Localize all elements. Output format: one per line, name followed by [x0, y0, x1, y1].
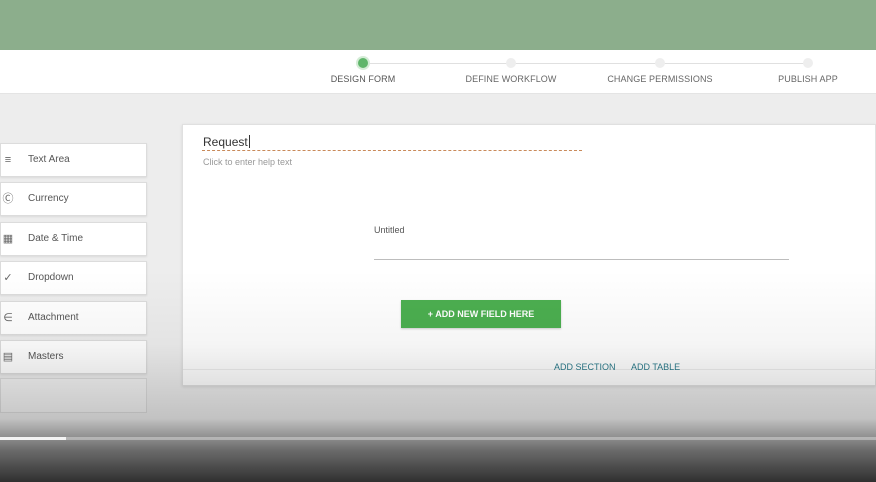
field-input-underline[interactable]	[374, 259, 789, 260]
form-canvas: Request Click to enter help text Untitle…	[182, 124, 876, 386]
database-icon: ▤	[2, 351, 14, 363]
help-text-input[interactable]: Click to enter help text	[203, 157, 292, 167]
palette-item-dropdown[interactable]: ✓ Dropdown	[0, 261, 147, 295]
add-section-link[interactable]: ADD SECTION	[554, 362, 616, 372]
step-label: PUBLISH APP	[778, 74, 838, 84]
paperclip-icon: ∈	[3, 312, 13, 324]
palette-item-text-area[interactable]: ≡ Text Area	[0, 143, 147, 177]
step-design-form[interactable]: DESIGN FORM	[293, 50, 433, 94]
step-define-workflow[interactable]: DEFINE WORKFLOW	[441, 50, 581, 94]
step-indicator-icon	[358, 58, 368, 68]
step-label: CHANGE PERMISSIONS	[607, 74, 713, 84]
palette-item-date-time[interactable]: ▦ Date & Time	[0, 222, 147, 256]
app-header	[0, 0, 876, 50]
palette-item-label: Text Area	[28, 154, 70, 165]
check-icon: ✓	[3, 272, 13, 284]
step-label: DESIGN FORM	[330, 74, 396, 84]
step-publish-app[interactable]: PUBLISH APP	[738, 50, 876, 94]
palette-item-empty	[0, 378, 147, 413]
workflow-stepper: DESIGN FORM DEFINE WORKFLOW CHANGE PERMI…	[0, 50, 876, 94]
palette-item-attachment[interactable]: ∈ Attachment	[0, 301, 147, 335]
text-area-icon: ≡	[4, 154, 12, 166]
palette-item-masters[interactable]: ▤ Masters	[0, 340, 147, 374]
calendar-icon: ▦	[2, 233, 14, 245]
palette-item-label: Attachment	[28, 312, 79, 323]
title-underline	[202, 150, 582, 151]
add-new-field-button[interactable]: + ADD NEW FIELD HERE	[401, 300, 561, 328]
form-title-text: Request	[203, 135, 248, 149]
palette-item-label: Dropdown	[28, 272, 74, 283]
currency-icon: Ⓒ	[2, 193, 14, 205]
video-progress-bar[interactable]	[0, 437, 876, 440]
step-change-permissions[interactable]: CHANGE PERMISSIONS	[590, 50, 730, 94]
field-label[interactable]: Untitled	[374, 225, 405, 235]
palette-item-label: Date & Time	[28, 233, 84, 244]
palette-item-currency[interactable]: Ⓒ Currency	[0, 182, 147, 216]
step-label: DEFINE WORKFLOW	[465, 74, 557, 84]
step-indicator-icon	[655, 58, 665, 68]
canvas-footer-divider	[183, 369, 876, 370]
add-table-link[interactable]: ADD TABLE	[631, 362, 680, 372]
palette-item-label: Currency	[28, 193, 69, 204]
step-indicator-icon	[506, 58, 516, 68]
text-cursor	[248, 135, 250, 148]
video-progress-fill	[0, 437, 66, 440]
form-title-input[interactable]: Request	[203, 135, 250, 149]
palette-item-label: Masters	[28, 351, 64, 362]
step-indicator-icon	[803, 58, 813, 68]
